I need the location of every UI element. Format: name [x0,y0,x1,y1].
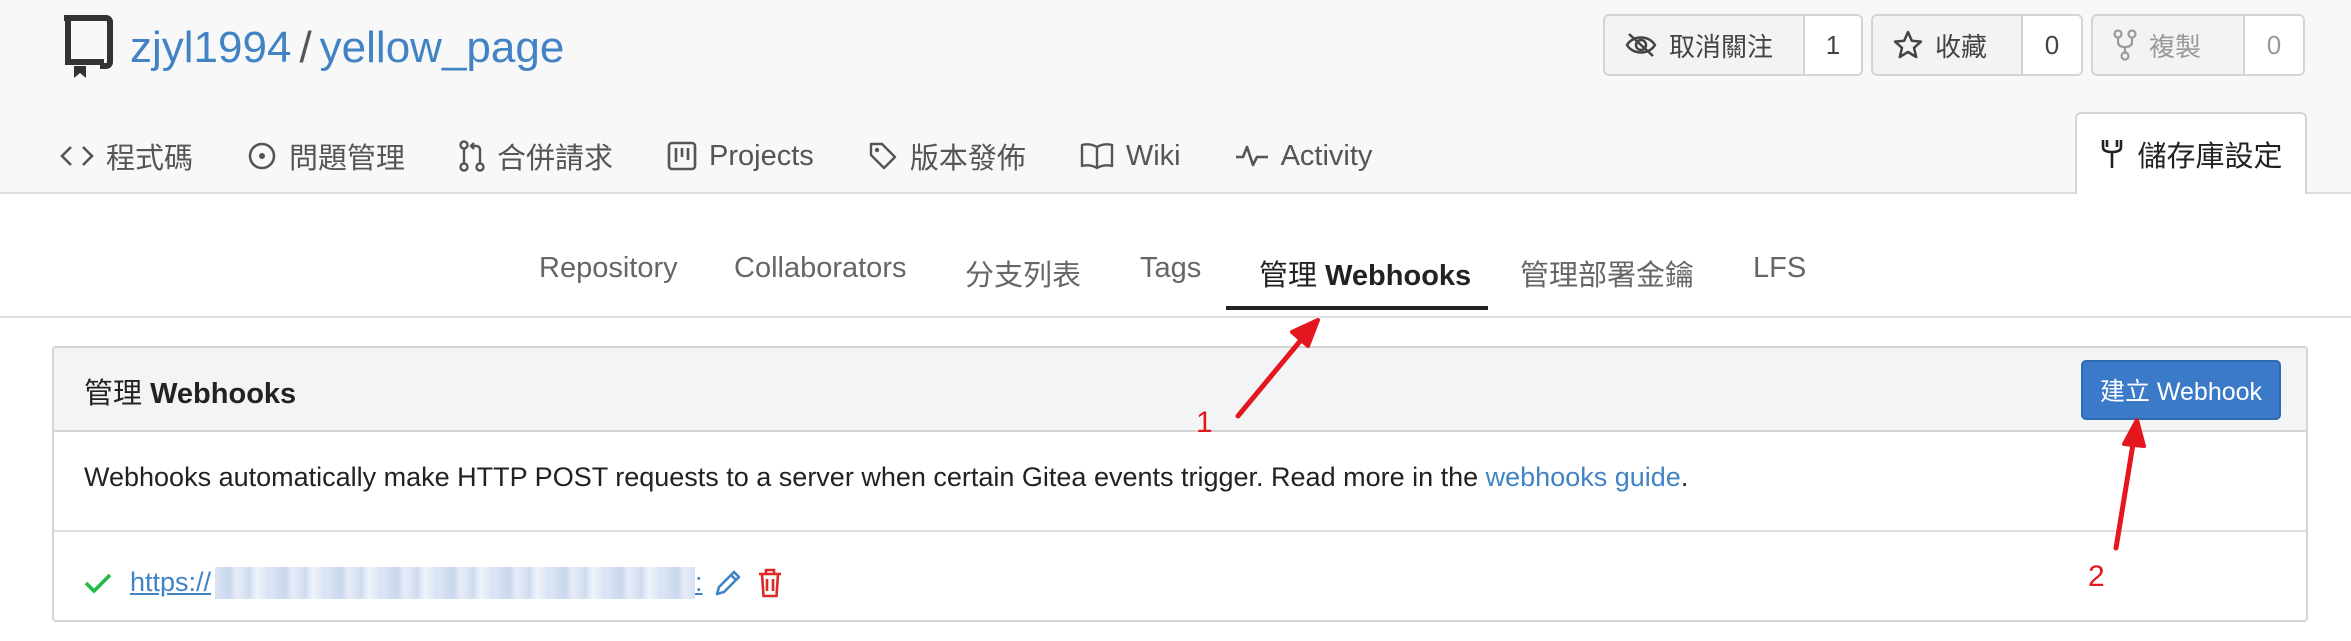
tab-code-label: 程式碼 [106,143,194,175]
description-end: . [1680,462,1689,492]
panel-title-main: Webhooks [150,378,297,410]
panel-title: 管理 Webhooks [84,370,296,412]
subtab-lfs[interactable]: LFS [1753,252,1806,285]
tab-activity[interactable]: Activity [1235,139,1373,173]
tab-projects[interactable]: Projects [667,140,814,173]
tab-releases-label: 版本發佈 [909,143,1026,175]
repo-separator: / [299,23,312,72]
webhooks-panel: 管理 Webhooks 建立 Webhook Webhooks automati… [52,346,2308,622]
subtab-tags[interactable]: Tags [1140,252,1201,285]
project-icon [667,141,697,171]
repo-owner-link[interactable]: zjyl1994 [130,23,291,72]
subtab-repository[interactable]: Repository [539,252,678,285]
fork-button-group: 複製 0 [2091,14,2305,76]
tab-settings-label: 儲存庫設定 [2137,141,2283,173]
issue-icon [248,142,276,170]
webhooks-description: Webhooks automatically make HTTP POST re… [84,462,1688,493]
star-label: 收藏 [1935,31,1988,62]
repo-header: zjyl1994/yellow_page 取消關注 1 收藏 0 複製 0 程式… [0,0,2351,194]
fork-icon [2113,29,2137,61]
tab-settings[interactable]: 儲存庫設定 [2075,112,2307,194]
subtab-collaborators[interactable]: Collaborators [734,252,906,285]
webhook-item: https://: [84,558,783,608]
tab-projects-label: Projects [709,139,814,172]
stars-count[interactable]: 0 [2023,16,2081,74]
tab-issues-label: 問題管理 [289,143,406,175]
tab-wiki-label: Wiki [1125,139,1181,172]
tool-icon [2102,140,2123,168]
watchers-count[interactable]: 1 [1805,16,1861,74]
description-text: Webhooks automatically make HTTP POST re… [84,462,1486,492]
delete-webhook-button[interactable] [757,567,783,599]
forks-count[interactable]: 0 [2245,16,2303,74]
star-icon [1893,30,1923,59]
check-icon [84,573,112,594]
tab-wiki[interactable]: Wiki [1080,140,1181,173]
subtab-deploy-keys[interactable]: 管理部署金鑰 [1520,252,1694,294]
annotation-number-2: 2 [2088,560,2105,593]
panel-header: 管理 Webhooks 建立 Webhook [54,348,2306,432]
subtab-branches[interactable]: 分支列表 [965,252,1081,294]
tag-icon [869,142,897,170]
subtab-webhooks-label: Webhooks [1325,260,1472,292]
active-subtab-underline [1226,306,1488,310]
webhook-url-link[interactable]: https://: [130,567,703,600]
create-webhook-button[interactable]: 建立 Webhook [2081,360,2281,420]
book-icon [1080,143,1114,170]
repo-title: zjyl1994/yellow_page [130,18,564,78]
repo-tabs: 程式碼 問題管理 合併請求 Projects 版本發佈 Wiki Activit… [60,124,1426,188]
fork-button[interactable]: 複製 [2093,16,2245,74]
panel-title-prefix: 管理 [84,378,143,410]
webhooks-guide-link[interactable]: webhooks guide [1486,462,1681,492]
fork-label: 複製 [2149,31,2202,62]
subtab-webhooks[interactable]: 管理 Webhooks [1259,252,1471,294]
edit-webhook-button[interactable] [713,568,743,598]
pull-request-icon [459,140,485,172]
webhook-url-suffix: : [695,566,703,597]
unwatch-label: 取消關注 [1669,31,1774,62]
trash-icon [758,568,781,598]
unwatch-button[interactable]: 取消關注 [1605,16,1805,74]
tab-issues[interactable]: 問題管理 [247,135,405,177]
star-button-group: 收藏 0 [1871,14,2083,76]
unwatch-button-group: 取消關注 1 [1603,14,1863,76]
settings-subtabs: Repository Collaborators 分支列表 Tags 管理 We… [0,242,2351,318]
panel-divider [54,530,2306,532]
redacted-url [215,567,696,600]
tab-releases[interactable]: 版本發佈 [868,135,1026,177]
webhook-url-prefix: https:// [130,566,212,597]
tab-code[interactable]: 程式碼 [60,135,193,177]
subtab-webhooks-prefix: 管理 [1259,260,1318,292]
repo-icon [64,15,113,78]
star-button[interactable]: 收藏 [1873,16,2023,74]
tab-activity-label: Activity [1280,139,1373,172]
pencil-icon [715,570,740,596]
repo-name-link[interactable]: yellow_page [320,23,565,72]
eye-slash-icon [1625,33,1657,57]
tab-pull-requests[interactable]: 合併請求 [459,135,613,177]
code-icon [60,146,94,166]
tab-pull-requests-label: 合併請求 [497,143,614,175]
pulse-icon [1235,145,1268,167]
annotation-number-1: 1 [1196,406,1213,439]
